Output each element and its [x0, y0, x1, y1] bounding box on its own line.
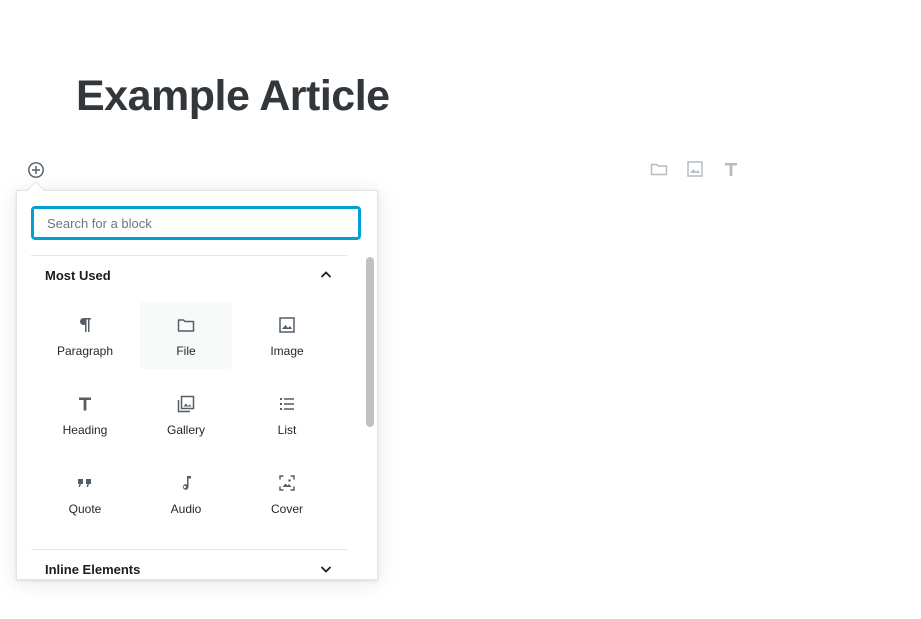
panel-title: Most Used [45, 267, 111, 283]
block-label: Quote [68, 502, 102, 516]
cover-icon [275, 471, 299, 495]
post-title[interactable]: Example Article [76, 70, 390, 122]
block-label: Image [270, 344, 304, 358]
block-item-cover[interactable]: Cover [241, 460, 333, 527]
gallery-icon [174, 392, 198, 416]
block-item-gallery[interactable]: Gallery [140, 381, 232, 448]
scrollbar-thumb[interactable] [366, 257, 374, 427]
block-item-audio[interactable]: Audio [140, 460, 232, 527]
image-icon [275, 313, 299, 337]
panel-toggle-most-used[interactable]: Most Used [31, 256, 347, 294]
block-label: Gallery [166, 423, 205, 437]
heading-icon [725, 163, 737, 176]
block-item-quote[interactable]: Quote [39, 460, 131, 527]
scrollbar[interactable] [366, 257, 374, 579]
block-search-input[interactable] [31, 206, 361, 240]
quick-add-heading-button[interactable] [720, 158, 742, 180]
heading-icon [73, 392, 97, 416]
block-results: Most Used Paragraph File Image Heading G… [31, 255, 347, 579]
chevron-up-icon [320, 271, 332, 278]
list-icon [275, 392, 299, 416]
block-label: List [277, 423, 297, 437]
block-label: Cover [270, 502, 303, 516]
quick-add-image-button[interactable] [684, 158, 706, 180]
chevron-down-icon [320, 566, 332, 573]
add-block-button[interactable] [26, 160, 46, 180]
audio-icon [174, 471, 198, 495]
block-item-image[interactable]: Image [241, 302, 333, 369]
block-item-list[interactable]: List [241, 381, 333, 448]
plus-circle-icon [28, 162, 44, 178]
block-label: Heading [62, 423, 108, 437]
block-item-heading[interactable]: Heading [39, 381, 131, 448]
panel-title: Inline Elements [45, 561, 141, 577]
block-item-paragraph[interactable]: Paragraph [39, 302, 131, 369]
paragraph-icon [73, 313, 97, 337]
quick-add-file-button[interactable] [648, 158, 670, 180]
block-label: File [176, 344, 196, 358]
quote-icon [73, 471, 97, 495]
block-item-file[interactable]: File [140, 302, 232, 369]
editor-page: Example Article Search for a block Most … [0, 0, 921, 619]
search-wrapper [31, 206, 361, 240]
panel-toggle-inline-elements[interactable]: Inline Elements [31, 550, 347, 579]
block-grid: Paragraph File Image Heading Gallery Lis… [31, 294, 347, 549]
block-label: Audio [170, 502, 202, 516]
image-icon [687, 161, 703, 177]
folder-icon [650, 163, 668, 176]
folder-icon [174, 313, 198, 337]
block-inserter-popover: Most Used Paragraph [16, 190, 378, 580]
quick-inserter [648, 158, 742, 180]
block-label: Paragraph [56, 344, 114, 358]
